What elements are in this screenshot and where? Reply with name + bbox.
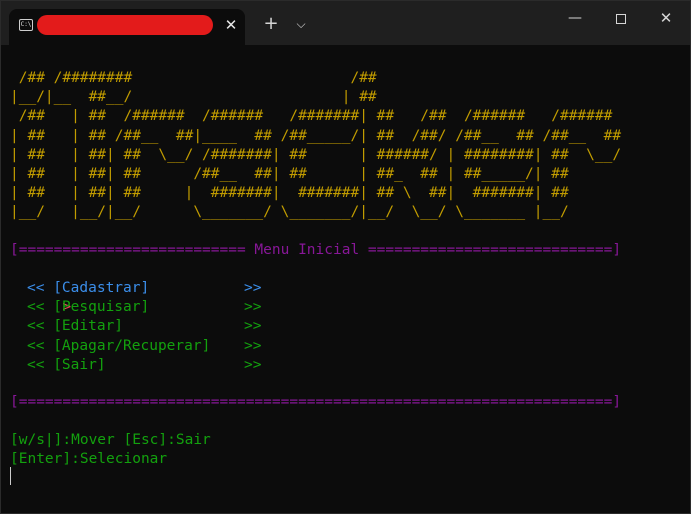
menu-item-arrow: >> [244, 337, 262, 354]
terminal-content[interactable]: /## /######## /## |__/|__ ##__/ | ## /##… [1, 45, 690, 513]
menu-item-arrow: >> [244, 356, 262, 373]
banner-line: | ## | ##| ## | #######| #######| ## \ #… [10, 185, 569, 202]
menu-item-sair[interactable]: << [Sair] [27, 356, 106, 375]
menu-footer: [=======================================… [10, 394, 622, 410]
console-icon: C:\ [19, 19, 33, 31]
banner-line: | ## | ## /##__ ##|____ ## /##_____/| ##… [10, 127, 622, 144]
banner-line: | ## | ##| ## \__/ /#######| ## | ######… [10, 146, 622, 163]
maximize-button[interactable] [607, 7, 635, 29]
new-tab-button[interactable]: + [259, 13, 283, 35]
banner-line: /## /######## /## [10, 70, 377, 86]
menu-item-editar[interactable]: << [Editar] [27, 317, 123, 336]
help-keys-line: [w/s|]:Mover [Esc]:Sair [10, 432, 211, 448]
terminal-window: C:\ ✕ + ⌵ — ✕ /## /######## /## |__/|__ … [0, 0, 691, 514]
title-bar: C:\ ✕ + ⌵ — ✕ [1, 1, 690, 45]
terminal-tab[interactable]: C:\ ✕ [9, 9, 245, 45]
help-enter-line: [Enter]:Selecionar [10, 451, 168, 468]
menu-item-arrow: >> [244, 280, 262, 296]
tab-dropdown-button[interactable]: ⌵ [291, 13, 311, 35]
tab-title-redacted [37, 15, 213, 35]
menu-item-label[interactable]: << [Cadastrar] [27, 279, 149, 298]
banner-line: /## | ## /###### /###### /#######| ## /#… [10, 108, 613, 125]
banner-line: | ## | ##| ## /##__ ##| ## | ##_ ## | ##… [10, 166, 569, 182]
banner-line: |__/ |__/|__/ \_______/ \_______/|__/ \_… [10, 204, 569, 221]
close-window-button[interactable]: ✕ [653, 7, 679, 29]
menu-header: [========================== Menu Inicial… [10, 242, 622, 258]
banner-line: |__/|__ ##__/ | ## [10, 89, 377, 106]
text-cursor [10, 467, 11, 485]
tab-close-icon[interactable]: ✕ [221, 15, 241, 35]
menu-item-arrow: >> [244, 318, 262, 335]
menu-item-arrow: >> [244, 299, 262, 316]
menu-item-pesquisar[interactable]: << [Pesquisar] [27, 298, 149, 317]
minimize-button[interactable]: — [563, 7, 587, 29]
maximize-icon [616, 13, 626, 24]
menu-item-apagar-recuperar[interactable]: << [Apagar/Recuperar] [27, 337, 210, 356]
